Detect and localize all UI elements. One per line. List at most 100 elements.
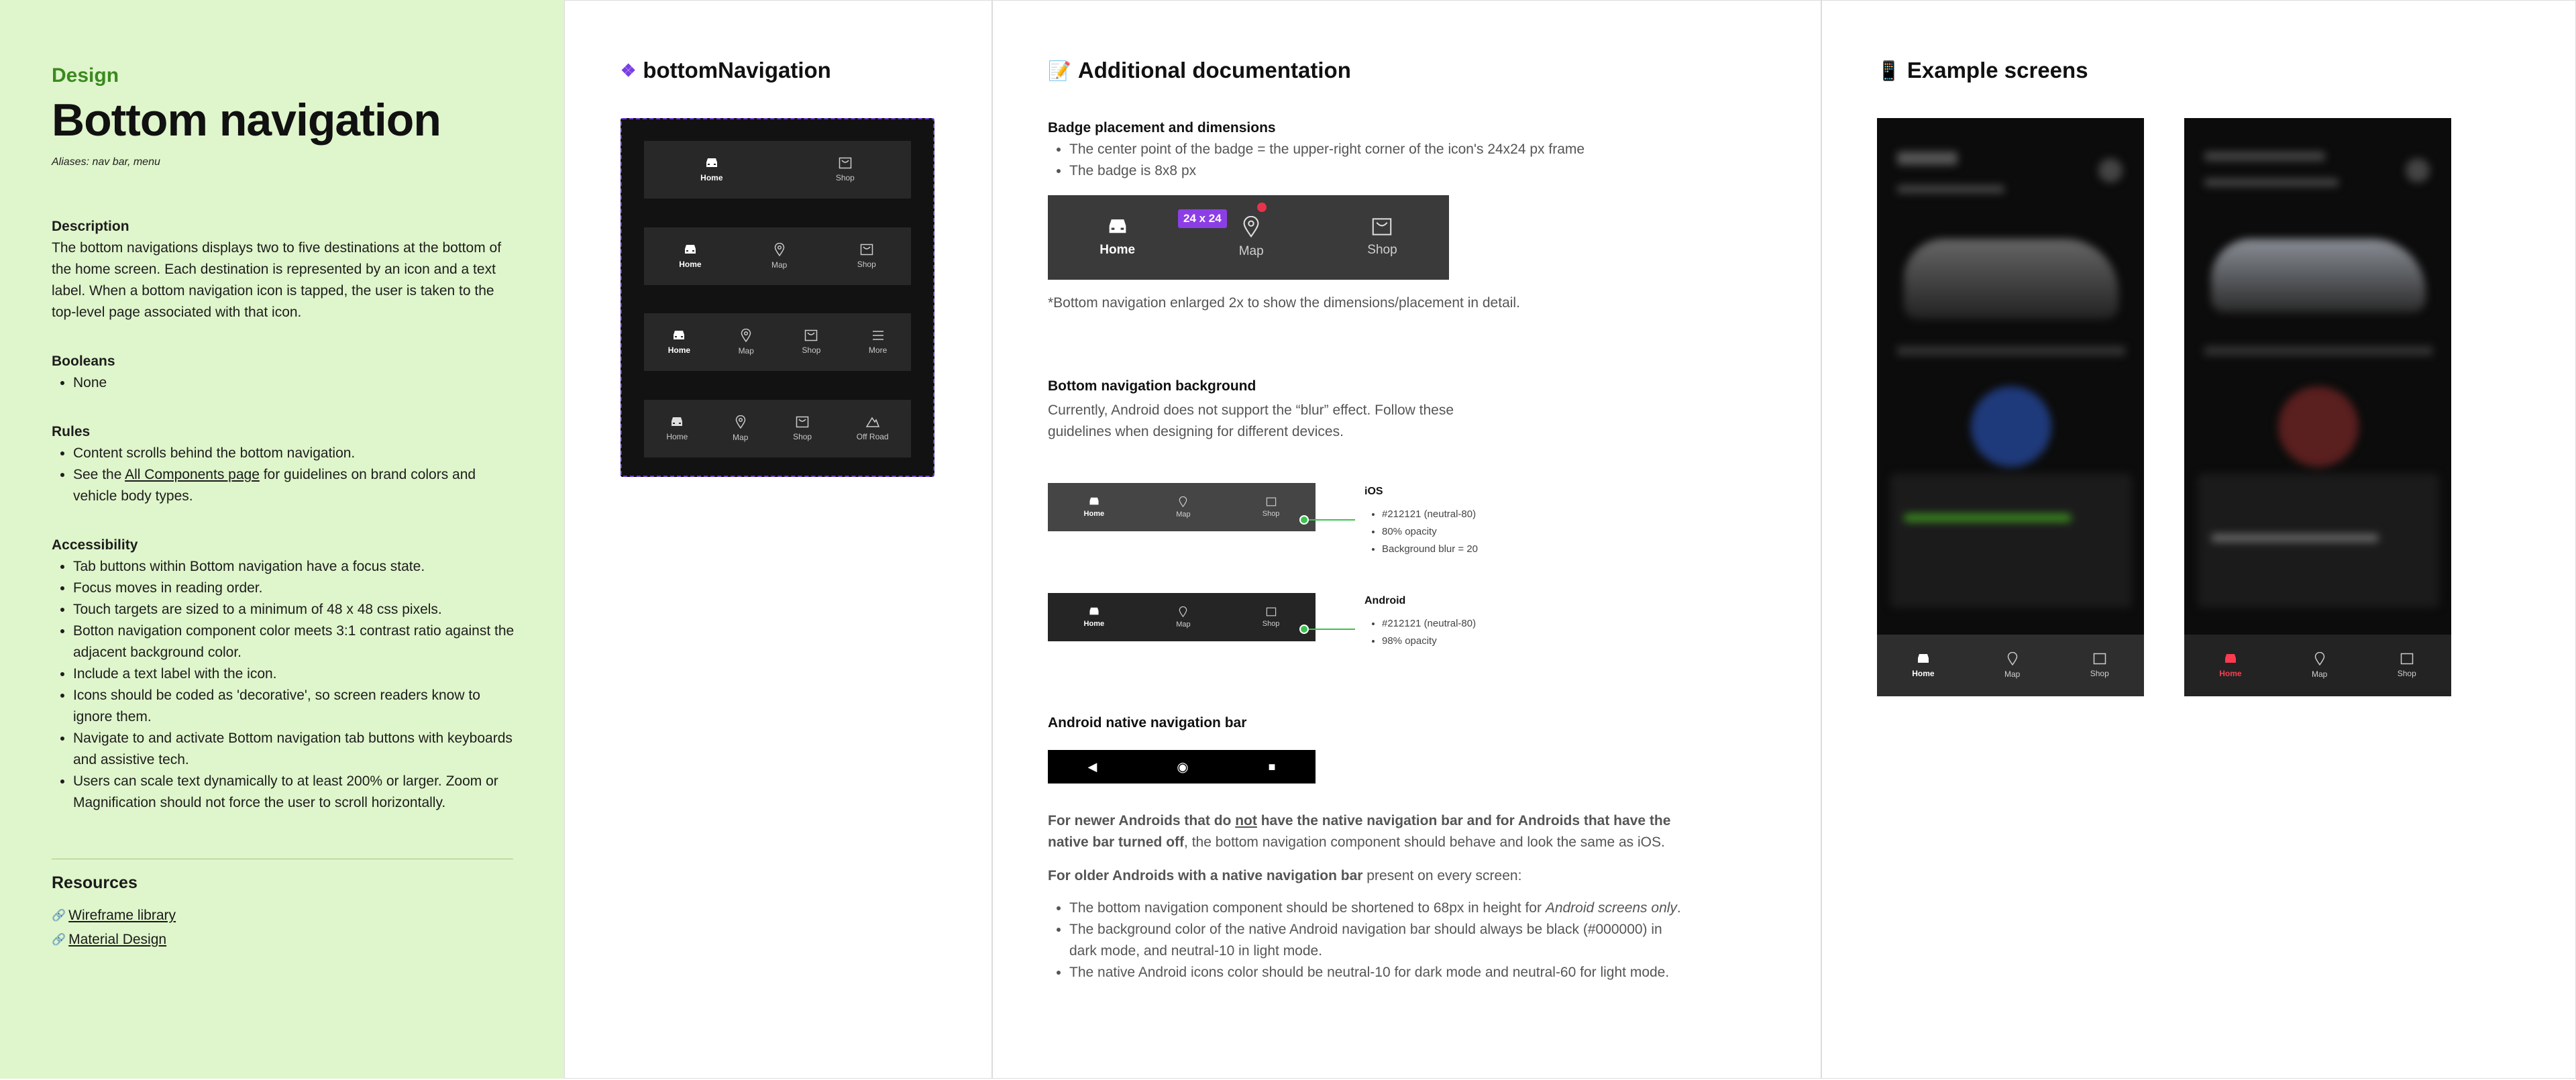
native-heading: Android native navigation bar: [1048, 715, 1247, 731]
ios-tab-map[interactable]: Map: [1176, 496, 1191, 519]
car-icon: [2224, 654, 2236, 663]
all-components-link[interactable]: All Components page: [125, 467, 260, 482]
ios-label: iOS: [1364, 486, 1383, 497]
nav-variant-offroad: Home Map Shop Off Road: [644, 400, 911, 457]
map-pin-icon: [1179, 606, 1187, 617]
nav-tab-home[interactable]: Home: [668, 329, 690, 355]
blurred-content: [1877, 118, 2144, 696]
description-heading: Description: [52, 219, 129, 234]
wireframe-library-link[interactable]: Wireframe library: [68, 908, 176, 924]
car-icon: [1089, 607, 1099, 615]
ios-tab-home[interactable]: Home: [1084, 496, 1104, 518]
enlarged-note: *Bottom navigation enlarged 2x to show t…: [1048, 295, 1520, 311]
nav-tab-shop[interactable]: Shop: [857, 244, 876, 269]
older-androids-list: The bottom navigation component should b…: [1048, 898, 1692, 983]
ios-note: Background blur = 20: [1382, 541, 1478, 558]
android-tab-label: Home: [1083, 620, 1105, 628]
description-text: The bottom navigations displays two to f…: [52, 240, 502, 320]
home-circle-icon[interactable]: ◉: [1177, 759, 1188, 775]
example-tab-home[interactable]: Home: [1912, 653, 1935, 678]
badge-heading: Badge placement and dimensions: [1048, 120, 1276, 136]
material-design-link[interactable]: Material Design: [68, 932, 166, 948]
accessibility-item: Users can scale text dynamically to at l…: [73, 771, 515, 814]
nav-tab-shop[interactable]: Shop: [802, 329, 820, 355]
enlarged-tab-map[interactable]: Map: [1239, 216, 1264, 259]
enlarged-tab-label: Shop: [1367, 243, 1397, 257]
shop-icon: [860, 244, 873, 256]
nav-tab-label: Off Road: [856, 432, 889, 441]
back-icon[interactable]: ◀: [1087, 760, 1097, 774]
android-label: Android: [1364, 595, 1406, 606]
example-tab-label: Shop: [2397, 669, 2416, 678]
example-tab-map[interactable]: Map: [2312, 652, 2327, 679]
nav-tab-map[interactable]: Map: [771, 243, 787, 270]
map-pin-icon: [2314, 652, 2324, 665]
example-tab-map[interactable]: Map: [2004, 652, 2020, 679]
ios-notes: #212121 (neutral-80) 80% opacity Backgro…: [1364, 506, 1478, 558]
nav-tab-shop[interactable]: Shop: [836, 157, 855, 182]
android-tab-home[interactable]: Home: [1083, 606, 1105, 628]
ios-connector-dot: [1299, 515, 1309, 525]
enlarged-tab-home[interactable]: Home: [1099, 217, 1135, 258]
design-panel: Design Bottom navigation Aliases: nav ba…: [0, 0, 564, 1079]
android-tab-shop[interactable]: Shop: [1262, 607, 1280, 628]
enlarged-tab-label: Home: [1099, 243, 1136, 257]
nav-tab-label: Map: [771, 260, 788, 270]
enlarged-tab-label: Map: [1238, 244, 1264, 258]
older-android-bullet: The bottom navigation component should b…: [1069, 898, 1692, 919]
ios-tab-shop[interactable]: Shop: [1263, 497, 1279, 518]
shop-icon: [1373, 218, 1392, 235]
resource-link-material[interactable]: 🔗 Material Design: [52, 932, 166, 948]
component-icon: ❖: [621, 60, 637, 80]
android-tab-map[interactable]: Map: [1176, 606, 1191, 629]
description-section: Description The bottom navigations displ…: [52, 216, 515, 323]
recents-icon[interactable]: ■: [1269, 760, 1276, 774]
nav-tab-home[interactable]: Home: [679, 244, 702, 269]
car-icon: [706, 158, 717, 167]
nav-tab-map[interactable]: Map: [739, 329, 754, 356]
blurred-content: [2184, 118, 2451, 696]
bullet-emphasis: Android screens only: [1545, 900, 1677, 916]
enlarged-tab-shop[interactable]: Shop: [1367, 217, 1397, 258]
example-tab-shop[interactable]: Shop: [2398, 653, 2416, 678]
nav-variant-3: Home Map Shop: [644, 227, 911, 285]
ios-note: #212121 (neutral-80): [1382, 506, 1478, 523]
nav-tab-shop[interactable]: Shop: [793, 416, 812, 441]
newer-androids-paragraph: For newer Androids that do not have the …: [1048, 810, 1692, 853]
shop-icon: [839, 157, 852, 169]
nav-tab-more[interactable]: More: [869, 329, 887, 355]
para-text: present on every screen:: [1362, 868, 1522, 883]
accessibility-section: Accessibility Tab buttons within Bottom …: [52, 535, 515, 814]
android-native-bar: ◀ ◉ ■: [1048, 750, 1316, 784]
aliases-text: Aliases: nav bar, menu: [52, 156, 160, 168]
shop-icon: [2400, 653, 2413, 665]
ios-connector: [1304, 519, 1355, 521]
example-tab-home[interactable]: Home: [2219, 653, 2242, 678]
nav-tab-home[interactable]: Home: [700, 157, 723, 182]
nav-tab-home[interactable]: Home: [666, 416, 688, 441]
accessibility-item: Tab buttons within Bottom navigation hav…: [73, 556, 515, 578]
booleans-section: Booleans None: [52, 351, 515, 394]
nav-variant-4: Home Map Shop More: [644, 313, 911, 371]
android-tab-label: Shop: [1262, 619, 1280, 628]
car-icon: [1109, 219, 1126, 233]
car-icon: [1089, 497, 1099, 505]
nav-tab-map[interactable]: Map: [733, 415, 748, 442]
badge-bullets: The center point of the badge = the uppe…: [1048, 139, 1719, 182]
resource-link-wireframe[interactable]: 🔗 Wireframe library: [52, 908, 176, 924]
para-text: , the bottom navigation component should…: [1184, 834, 1665, 850]
map-pin-icon: [735, 415, 745, 429]
bullet-text: The bottom navigation component should b…: [1069, 900, 1546, 916]
badge-size-label: 24 x 24: [1178, 209, 1227, 228]
nav-tab-label: Map: [733, 433, 749, 442]
example-tab-shop[interactable]: Shop: [2090, 653, 2109, 678]
accessibility-item: Focus moves in reading order.: [73, 578, 515, 599]
nav-tab-offroad[interactable]: Off Road: [857, 416, 889, 441]
example-tab-label: Shop: [2090, 669, 2109, 678]
ios-note: 80% opacity: [1382, 523, 1478, 541]
android-connector: [1304, 629, 1355, 630]
nav-tab-label: Shop: [802, 345, 821, 355]
accessibility-heading: Accessibility: [52, 537, 138, 553]
eyebrow-label: Design: [52, 64, 119, 87]
example-tab-label: Home: [1912, 669, 1935, 678]
